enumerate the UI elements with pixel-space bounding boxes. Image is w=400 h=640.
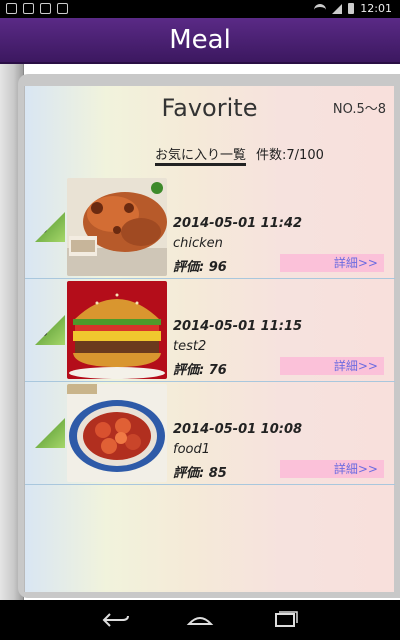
detail-button[interactable]: 詳細>> [280,460,384,478]
notebook-sheet: Favorite NO.5〜8 お気に入り一覧 件数:7/100 5 2014-… [18,74,400,598]
app-notification-icon [57,3,68,14]
favorite-list: 5 2014-05-01 11:42 chicken 評価: 96 詳細>> 6… [25,176,395,485]
index-number: 6 [40,325,49,340]
photo-icon [40,3,51,14]
recent-apps-icon[interactable] [268,608,302,632]
tab-favorites[interactable]: お気に入り一覧 [155,144,247,166]
food-thumbnail-burger[interactable] [67,281,167,379]
index-badge: 7 [35,418,65,448]
list-item[interactable]: 6 2014-05-01 11:15 test2 評価: 76 詳細>> [25,279,395,382]
battery-icon [348,3,355,14]
item-name: test2 [173,339,207,354]
item-rating: 評価: 76 [173,363,227,378]
screen: 12:01 Meal Favorite NO.5〜8 お気に入り一覧 件数:7/… [0,0,400,640]
navigation-bar [0,600,400,640]
app-title: Meal [169,25,231,55]
item-rating: 評価: 96 [173,260,227,275]
home-icon[interactable] [183,608,217,632]
back-icon[interactable] [98,608,132,632]
index-number: 7 [40,428,49,443]
item-name: chicken [173,236,223,251]
food-thumbnail-chicken[interactable] [67,178,167,276]
detail-button[interactable]: 詳細>> [280,254,384,272]
favorite-panel: Favorite NO.5〜8 お気に入り一覧 件数:7/100 5 2014-… [24,86,395,592]
item-name: food1 [173,442,211,457]
system-status: 12:01 [314,2,392,15]
list-item[interactable]: 7 2014-05-01 10:08 food1 評価: 85 詳細>> [25,382,395,485]
clock: 12:01 [360,2,392,15]
item-date: 2014-05-01 11:15 [173,319,303,334]
app-title-bar: Meal [0,18,400,64]
index-badge: 6 [35,315,65,345]
page: Favorite NO.5〜8 お気に入り一覧 件数:7/100 5 2014-… [0,64,400,600]
status-bar: 12:01 [0,0,400,18]
detail-button[interactable]: 詳細>> [280,357,384,375]
notification-icon [6,3,17,14]
mail-icon [23,3,34,14]
notification-icons [6,3,68,14]
item-rating: 評価: 85 [173,466,227,481]
count-label: 件数:7/100 [256,148,324,163]
index-number: 5 [40,222,49,237]
range-label: NO.5〜8 [332,102,386,117]
item-date: 2014-05-01 11:42 [173,216,303,231]
food-thumbnail-shrimp[interactable] [67,384,167,482]
signal-icon [332,3,343,14]
wifi-icon [314,4,327,13]
item-date: 2014-05-01 10:08 [173,422,303,437]
list-header: お気に入り一覧 件数:7/100 [155,144,324,166]
index-badge: 5 [35,212,65,242]
list-item[interactable]: 5 2014-05-01 11:42 chicken 評価: 96 詳細>> [25,176,395,279]
